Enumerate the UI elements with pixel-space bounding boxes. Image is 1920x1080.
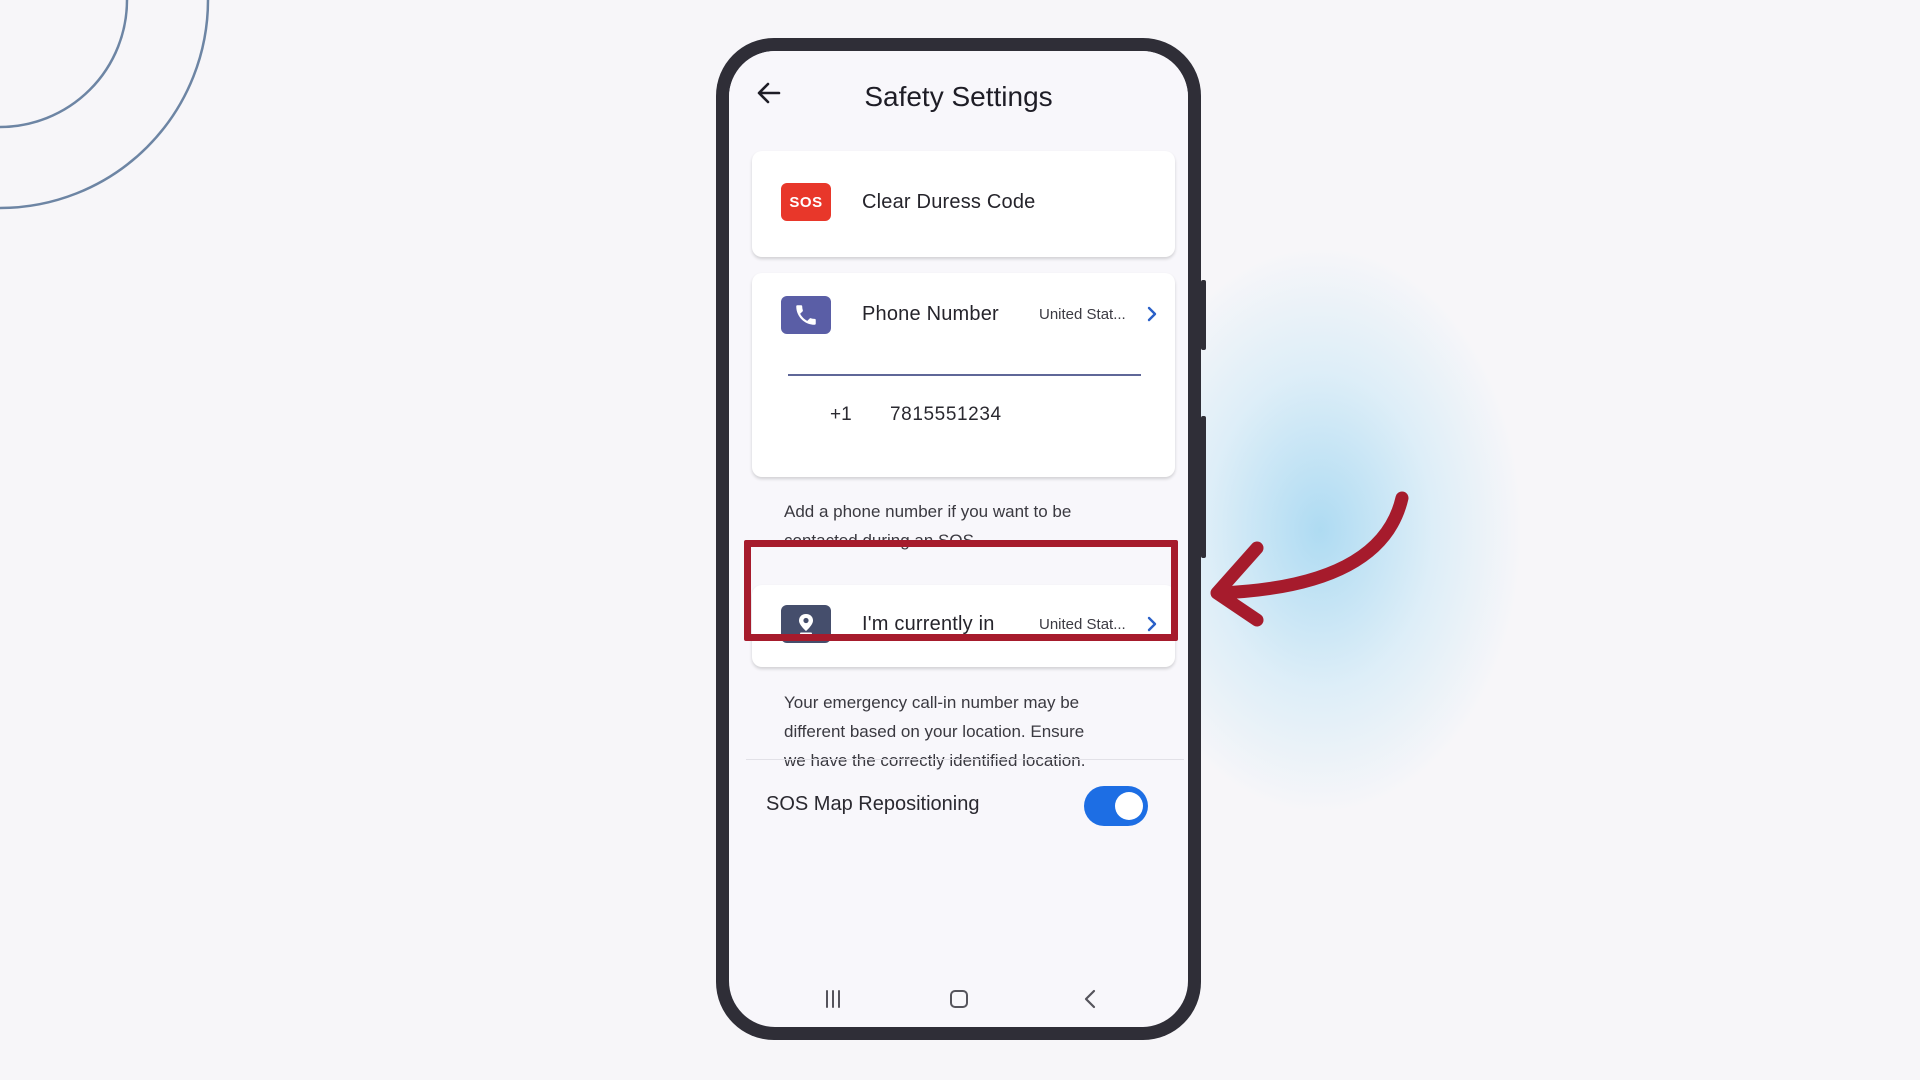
phone-country-value[interactable]: United Stat... xyxy=(1039,306,1126,323)
sos-map-repositioning-label: SOS Map Repositioning xyxy=(766,793,980,815)
toggle-knob xyxy=(1115,792,1143,820)
chevron-right-icon[interactable] xyxy=(1145,305,1159,323)
phone-icon xyxy=(781,296,831,334)
curved-arrow-icon xyxy=(1210,491,1409,627)
home-icon[interactable] xyxy=(948,988,970,1010)
phone-number-input[interactable]: 7815551234 xyxy=(890,404,1002,426)
highlight-box xyxy=(744,540,1178,641)
location-helper-line-3: we have the correctly identified locatio… xyxy=(784,751,1086,770)
sos-icon-text: SOS xyxy=(789,193,823,211)
location-helper-line-2: different based on your location. Ensure xyxy=(784,722,1085,741)
phone-glyph xyxy=(796,305,816,325)
recent-apps-icon[interactable] xyxy=(822,988,844,1010)
phone-number-label: Phone Number xyxy=(862,303,999,325)
sos-icon: SOS xyxy=(781,183,831,221)
phone-side-button xyxy=(1201,280,1206,350)
location-helper-text: Your emergency call-in number may be dif… xyxy=(784,688,1144,775)
phone-number-card: Phone Number United Stat... +1 781555123… xyxy=(752,273,1175,477)
location-helper-line-1: Your emergency call-in number may be xyxy=(784,693,1080,712)
decorative-arcs xyxy=(0,0,210,210)
app-header: Safety Settings xyxy=(729,51,1188,151)
phone-helper-line-1: Add a phone number if you want to be xyxy=(784,502,1072,521)
phone-input-underline xyxy=(788,374,1141,376)
sos-map-repositioning-toggle[interactable] xyxy=(1084,786,1148,826)
phone-screen: Safety Settings SOS Clear Duress Code Ph… xyxy=(729,51,1188,1027)
clear-duress-code-card[interactable]: SOS Clear Duress Code xyxy=(752,151,1175,257)
nav-back-icon[interactable] xyxy=(1080,988,1102,1010)
phone-frame: Safety Settings SOS Clear Duress Code Ph… xyxy=(716,38,1206,1040)
page-title: Safety Settings xyxy=(864,81,1053,112)
country-code-prefix[interactable]: +1 xyxy=(830,404,852,426)
clear-duress-code-label: Clear Duress Code xyxy=(862,191,1036,213)
section-divider xyxy=(746,759,1184,760)
